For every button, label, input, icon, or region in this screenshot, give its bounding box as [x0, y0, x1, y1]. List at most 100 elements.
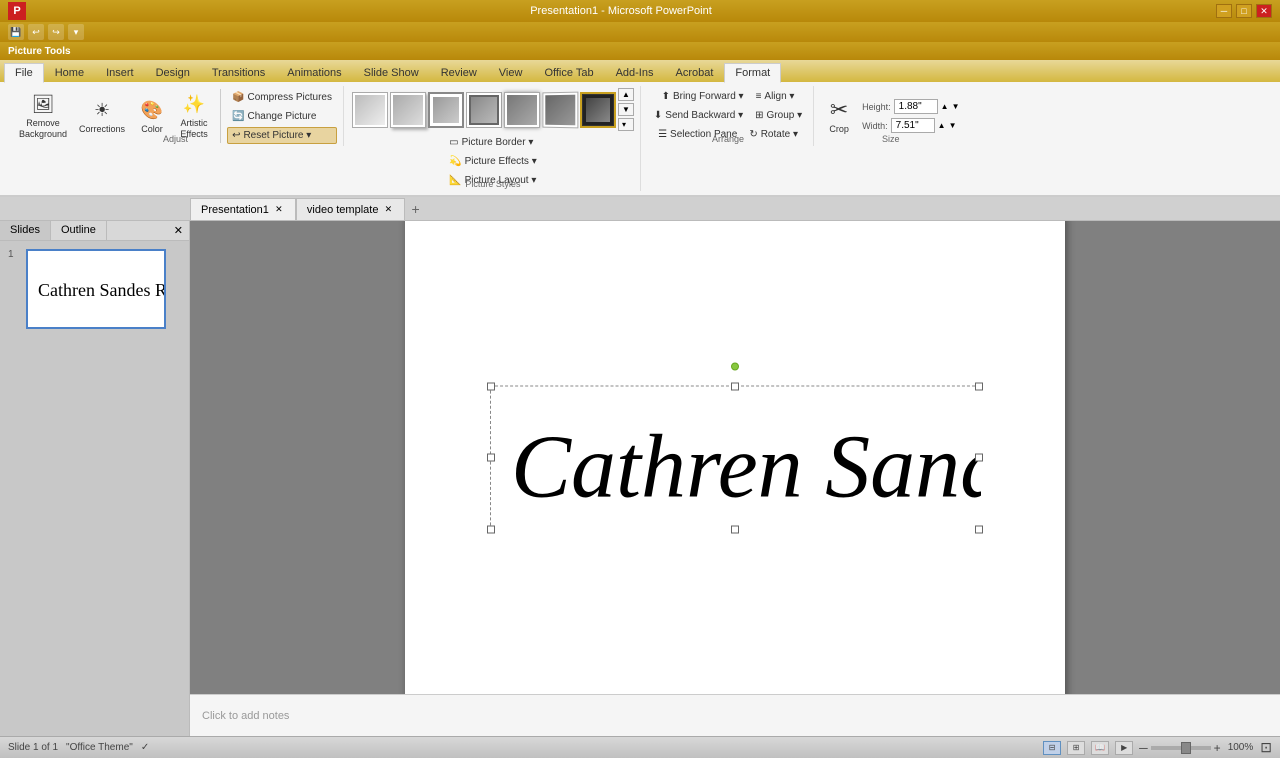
handle-ml[interactable]: [487, 454, 495, 462]
zoom-out-button[interactable]: ─: [1139, 741, 1148, 755]
signature-text: Cathren Sandles Road: [511, 417, 981, 516]
group-button[interactable]: ⊞ Group ▾: [750, 107, 807, 124]
tab-animations[interactable]: Animations: [276, 62, 352, 82]
selected-image[interactable]: Cathren Sandles Road: [490, 385, 980, 530]
reading-view-button[interactable]: 📖: [1091, 741, 1109, 755]
crop-button[interactable]: ✂ Crop: [822, 95, 856, 137]
slideshow-button[interactable]: ▶: [1115, 741, 1133, 755]
doc-tab-presentation1[interactable]: Presentation1 ✕: [190, 198, 296, 220]
app-icon[interactable]: P: [8, 2, 26, 20]
ribbon-group-size: ✂ Crop Height: 1.88" ▲ ▼ Width: 7.51" ▲ …: [816, 86, 965, 146]
width-label: Width:: [862, 121, 888, 131]
rotate-button[interactable]: ↻ Rotate ▾: [744, 126, 803, 143]
tab-add-ins[interactable]: Add-Ins: [605, 62, 665, 82]
color-button[interactable]: 🎨 Color: [132, 95, 172, 137]
compress-pictures-button[interactable]: 📦 Compress Pictures: [227, 89, 337, 106]
style-thumbnails: ▲ ▼ ▾: [352, 88, 634, 131]
style-thumb-2[interactable]: [390, 92, 426, 128]
tab-format[interactable]: Format: [724, 63, 781, 83]
zoom-thumb[interactable]: [1181, 742, 1191, 754]
panel-tab-slides[interactable]: Slides: [0, 221, 51, 240]
bring-forward-label: Bring Forward ▾: [673, 91, 744, 102]
panel-tab-outline[interactable]: Outline: [51, 221, 107, 240]
close-button[interactable]: ✕: [1256, 4, 1272, 18]
crop-icon: ✂: [827, 98, 851, 122]
style-scroll-arrows: ▲ ▼ ▾: [618, 88, 634, 131]
tab-slide-show[interactable]: Slide Show: [353, 62, 430, 82]
slide-sorter-button[interactable]: ⊞: [1067, 741, 1085, 755]
tab-file[interactable]: File: [4, 63, 44, 83]
minimize-button[interactable]: ─: [1216, 4, 1232, 18]
corrections-button[interactable]: ☀ Corrections: [74, 95, 130, 137]
style-thumb-1[interactable]: [352, 92, 388, 128]
width-spinner-up[interactable]: ▲: [938, 121, 946, 130]
border-label: Picture Border ▾: [462, 137, 534, 148]
style-dropdown[interactable]: ▾: [618, 118, 634, 131]
height-input[interactable]: 1.88": [894, 99, 938, 114]
tab-acrobat[interactable]: Acrobat: [664, 62, 724, 82]
adjust-group-label: Adjust: [163, 134, 188, 144]
doc-tab-close-1[interactable]: ✕: [273, 204, 285, 216]
title-bar-controls: ─ □ ✕: [1216, 4, 1272, 18]
tab-office-tab[interactable]: Office Tab: [533, 62, 604, 82]
slide-number-1: 1: [8, 249, 22, 329]
handle-mr[interactable]: [975, 454, 983, 462]
picture-border-button[interactable]: ▭ Picture Border ▾: [444, 134, 542, 151]
width-input[interactable]: 7.51": [891, 118, 935, 133]
new-tab-button[interactable]: +: [405, 198, 425, 220]
remove-background-button[interactable]: 🖼 RemoveBackground: [14, 89, 72, 143]
doc-tab-close-2[interactable]: ✕: [382, 204, 394, 216]
bring-forward-button[interactable]: ⬆ Bring Forward ▾: [657, 88, 749, 105]
tab-insert[interactable]: Insert: [95, 62, 145, 82]
style-thumb-5[interactable]: [504, 92, 540, 128]
tab-transitions[interactable]: Transitions: [201, 62, 276, 82]
zoom-slider[interactable]: [1151, 746, 1211, 750]
save-qa-button[interactable]: 💾: [8, 24, 24, 40]
handle-tc[interactable]: [731, 382, 739, 390]
accessibility-icon[interactable]: ✓: [141, 742, 149, 753]
tab-review[interactable]: Review: [430, 62, 488, 82]
undo-qa-button[interactable]: ↩: [28, 24, 44, 40]
picture-effects-button[interactable]: 💫 Picture Effects ▾: [444, 153, 542, 170]
customize-qa-button[interactable]: ▾: [68, 24, 84, 40]
normal-view-button[interactable]: ⊟: [1043, 741, 1061, 755]
doc-tab-video-template[interactable]: video template ✕: [296, 198, 406, 220]
restore-button[interactable]: □: [1236, 4, 1252, 18]
tab-design[interactable]: Design: [145, 62, 201, 82]
slide-main: Cathren Sandles Road: [405, 221, 1065, 694]
style-thumb-6[interactable]: [542, 91, 578, 128]
reset-picture-button[interactable]: ↩ Reset Picture ▾: [227, 127, 337, 144]
canvas-area: Cathren Sandles Road Click to add notes: [190, 221, 1280, 736]
notes-area[interactable]: Click to add notes: [190, 694, 1280, 736]
send-backward-button[interactable]: ⬇ Send Backward ▾: [649, 107, 748, 124]
remove-background-icon: 🖼: [31, 92, 55, 116]
handle-bc[interactable]: [731, 525, 739, 533]
zoom-in-button[interactable]: +: [1214, 741, 1221, 755]
handle-tl[interactable]: [487, 382, 495, 390]
reset-label: Reset Picture ▾: [243, 130, 311, 141]
width-spinner-down[interactable]: ▼: [949, 121, 957, 130]
handle-rotate[interactable]: [731, 362, 739, 370]
height-spinner-down[interactable]: ▼: [952, 102, 960, 111]
redo-qa-button[interactable]: ↪: [48, 24, 64, 40]
change-picture-button[interactable]: 🔄 Change Picture: [227, 108, 337, 125]
tab-home[interactable]: Home: [44, 62, 95, 82]
panel-close-button[interactable]: ✕: [168, 221, 189, 240]
style-scroll-up[interactable]: ▲: [618, 88, 634, 101]
slide-thumbnail-1[interactable]: Cathren Sandes Road: [26, 249, 166, 329]
fit-button[interactable]: ⊡: [1260, 739, 1272, 756]
style-thumb-4[interactable]: [466, 92, 502, 128]
height-spinner-up[interactable]: ▲: [941, 102, 949, 111]
handle-br[interactable]: [975, 525, 983, 533]
align-button[interactable]: ≡ Align ▾: [751, 88, 800, 105]
handle-tr[interactable]: [975, 382, 983, 390]
style-scroll-down[interactable]: ▼: [618, 103, 634, 116]
tab-view[interactable]: View: [488, 62, 534, 82]
height-label: Height:: [862, 102, 891, 112]
zoom-level[interactable]: 100%: [1228, 742, 1254, 753]
handle-bl[interactable]: [487, 525, 495, 533]
reset-icon: ↩: [232, 130, 240, 141]
style-thumb-3[interactable]: [428, 92, 464, 128]
arrange-group-label: Arrange: [712, 134, 744, 144]
style-thumb-7[interactable]: [580, 92, 616, 128]
